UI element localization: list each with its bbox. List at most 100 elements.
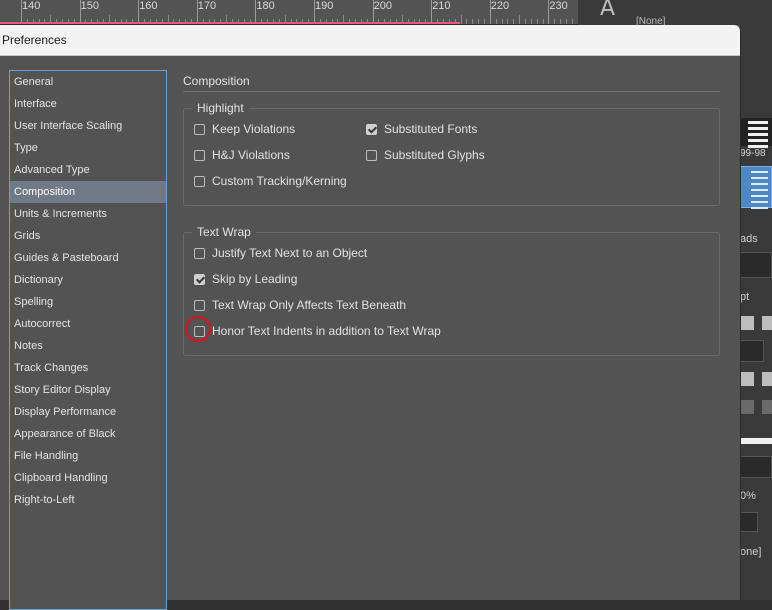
ruler-minor-tick bbox=[507, 19, 508, 24]
hj-violations-option[interactable]: H&J Violations bbox=[194, 146, 290, 164]
honor-indents-option[interactable]: Honor Text Indents in addition to Text W… bbox=[194, 322, 441, 340]
skip-leading-label: Skip by Leading bbox=[212, 272, 297, 286]
preferences-dialog: Preferences General Interface User Inter… bbox=[0, 25, 741, 600]
page-thumbnail-selected[interactable] bbox=[740, 166, 772, 208]
justify-next-label: Justify Text Next to an Object bbox=[212, 246, 367, 260]
ruler-minor-tick bbox=[478, 19, 479, 24]
side-tool-icon[interactable] bbox=[762, 400, 772, 414]
ruler-tick-label: 220 bbox=[491, 0, 509, 12]
substituted-glyphs-checkbox[interactable] bbox=[366, 150, 377, 161]
text-wrap-group-title: Text Wrap bbox=[192, 225, 256, 239]
ruler-minor-tick bbox=[513, 19, 514, 24]
category-appearance-of-black[interactable]: Appearance of Black bbox=[10, 423, 166, 445]
side-panel-percent: 0% bbox=[740, 490, 756, 502]
ruler-minor-tick bbox=[519, 15, 520, 24]
side-panel-label: ads bbox=[740, 233, 758, 245]
category-interface[interactable]: Interface bbox=[10, 93, 166, 115]
side-tool-icon[interactable] bbox=[740, 400, 754, 414]
category-units-increments[interactable]: Units & Increments bbox=[10, 203, 166, 225]
category-story-editor-display[interactable]: Story Editor Display bbox=[10, 379, 166, 401]
side-dropdown[interactable] bbox=[740, 456, 772, 478]
justify-next-checkbox[interactable] bbox=[194, 248, 205, 259]
keep-violations-checkbox[interactable] bbox=[194, 124, 205, 135]
side-tool-icon[interactable] bbox=[762, 372, 772, 386]
side-tool-icon[interactable] bbox=[762, 316, 772, 330]
page-thumbnail-dark[interactable] bbox=[740, 118, 772, 146]
category-right-to-left[interactable]: Right-to-Left bbox=[10, 489, 166, 511]
hj-violations-checkbox[interactable] bbox=[194, 150, 205, 161]
side-panel-field[interactable] bbox=[740, 252, 772, 278]
ruler-tick-label: 200 bbox=[374, 0, 392, 12]
category-notes[interactable]: Notes bbox=[10, 335, 166, 357]
text-wrap-group: Text Wrap Justify Text Next to an Object… bbox=[183, 232, 720, 356]
ruler-minor-tick bbox=[566, 19, 567, 24]
ruler-minor-tick bbox=[531, 19, 532, 24]
hj-violations-label: H&J Violations bbox=[212, 148, 290, 162]
substituted-fonts-checkbox[interactable] bbox=[366, 124, 377, 135]
type-tool-icon[interactable]: A bbox=[600, 0, 615, 21]
ruler-minor-tick bbox=[466, 19, 467, 24]
justify-next-option[interactable]: Justify Text Next to an Object bbox=[194, 244, 367, 262]
ruler-minor-tick bbox=[496, 19, 497, 24]
ruler-minor-tick bbox=[560, 19, 561, 24]
affects-beneath-label: Text Wrap Only Affects Text Beneath bbox=[212, 298, 406, 312]
ruler-minor-tick bbox=[543, 19, 544, 24]
panel-divider bbox=[183, 91, 720, 92]
category-grids[interactable]: Grids bbox=[10, 225, 166, 247]
category-guides-pasteboard[interactable]: Guides & Pasteboard bbox=[10, 247, 166, 269]
ruler-tick-label: 170 bbox=[198, 0, 216, 12]
custom-tracking-checkbox[interactable] bbox=[194, 176, 205, 187]
substituted-fonts-label: Substituted Fonts bbox=[384, 122, 477, 136]
stroke-preview bbox=[740, 438, 772, 444]
ruler-minor-tick bbox=[472, 19, 473, 24]
category-track-changes[interactable]: Track Changes bbox=[10, 357, 166, 379]
dialog-title: Preferences bbox=[2, 33, 67, 47]
category-spelling[interactable]: Spelling bbox=[10, 291, 166, 313]
keep-violations-label: Keep Violations bbox=[212, 122, 295, 136]
category-type[interactable]: Type bbox=[10, 137, 166, 159]
ruler-tick-label: 180 bbox=[256, 0, 274, 12]
substituted-glyphs-option[interactable]: Substituted Glyphs bbox=[366, 146, 485, 164]
category-composition[interactable]: Composition bbox=[10, 181, 166, 203]
ruler-tick-label: 140 bbox=[22, 0, 40, 12]
ruler-minor-tick bbox=[525, 19, 526, 24]
panel-title: Composition bbox=[183, 74, 250, 88]
custom-tracking-option[interactable]: Custom Tracking/Kerning bbox=[194, 172, 347, 190]
skip-leading-option[interactable]: Skip by Leading bbox=[194, 270, 297, 288]
ruler-guide-line bbox=[0, 22, 460, 24]
category-general[interactable]: General bbox=[10, 71, 166, 93]
skip-leading-checkbox[interactable] bbox=[194, 274, 205, 285]
substituted-fonts-option[interactable]: Substituted Fonts bbox=[366, 120, 477, 138]
substituted-glyphs-label: Substituted Glyphs bbox=[384, 148, 485, 162]
ruler-minor-tick bbox=[572, 19, 573, 24]
dialog-titlebar[interactable]: Preferences bbox=[0, 25, 740, 56]
ruler-minor-tick bbox=[537, 19, 538, 24]
category-dictionary[interactable]: Dictionary bbox=[10, 269, 166, 291]
category-list[interactable]: General Interface User Interface Scaling… bbox=[9, 70, 167, 610]
side-panel-field[interactable] bbox=[740, 340, 764, 362]
side-panel-unit: pt bbox=[740, 291, 749, 303]
affects-beneath-checkbox[interactable] bbox=[194, 300, 205, 311]
highlight-group-title: Highlight bbox=[192, 101, 249, 115]
ruler-tick-label: 230 bbox=[549, 0, 567, 12]
category-clipboard-handling[interactable]: Clipboard Handling bbox=[10, 467, 166, 489]
category-autocorrect[interactable]: Autocorrect bbox=[10, 313, 166, 335]
ruler-tick-label: 150 bbox=[81, 0, 99, 12]
ruler-minor-tick bbox=[502, 19, 503, 24]
category-display-performance[interactable]: Display Performance bbox=[10, 401, 166, 423]
keep-violations-option[interactable]: Keep Violations bbox=[194, 120, 295, 138]
custom-tracking-label: Custom Tracking/Kerning bbox=[212, 174, 347, 188]
highlight-group: Highlight Keep Violations H&J Violations… bbox=[183, 108, 720, 206]
affects-beneath-option[interactable]: Text Wrap Only Affects Text Beneath bbox=[194, 296, 406, 314]
ruler-minor-tick bbox=[554, 19, 555, 24]
side-panel-button[interactable] bbox=[740, 512, 758, 532]
side-panel-none: one] bbox=[740, 546, 761, 558]
highlight-ring-annotation bbox=[185, 316, 211, 342]
ruler-tick-label: 210 bbox=[432, 0, 450, 12]
category-file-handling[interactable]: File Handling bbox=[10, 445, 166, 467]
category-ui-scaling[interactable]: User Interface Scaling bbox=[10, 115, 166, 137]
side-tool-icon[interactable] bbox=[740, 372, 754, 386]
category-advanced-type[interactable]: Advanced Type bbox=[10, 159, 166, 181]
honor-indents-label: Honor Text Indents in addition to Text W… bbox=[212, 324, 441, 338]
side-tool-icon[interactable] bbox=[740, 316, 754, 330]
